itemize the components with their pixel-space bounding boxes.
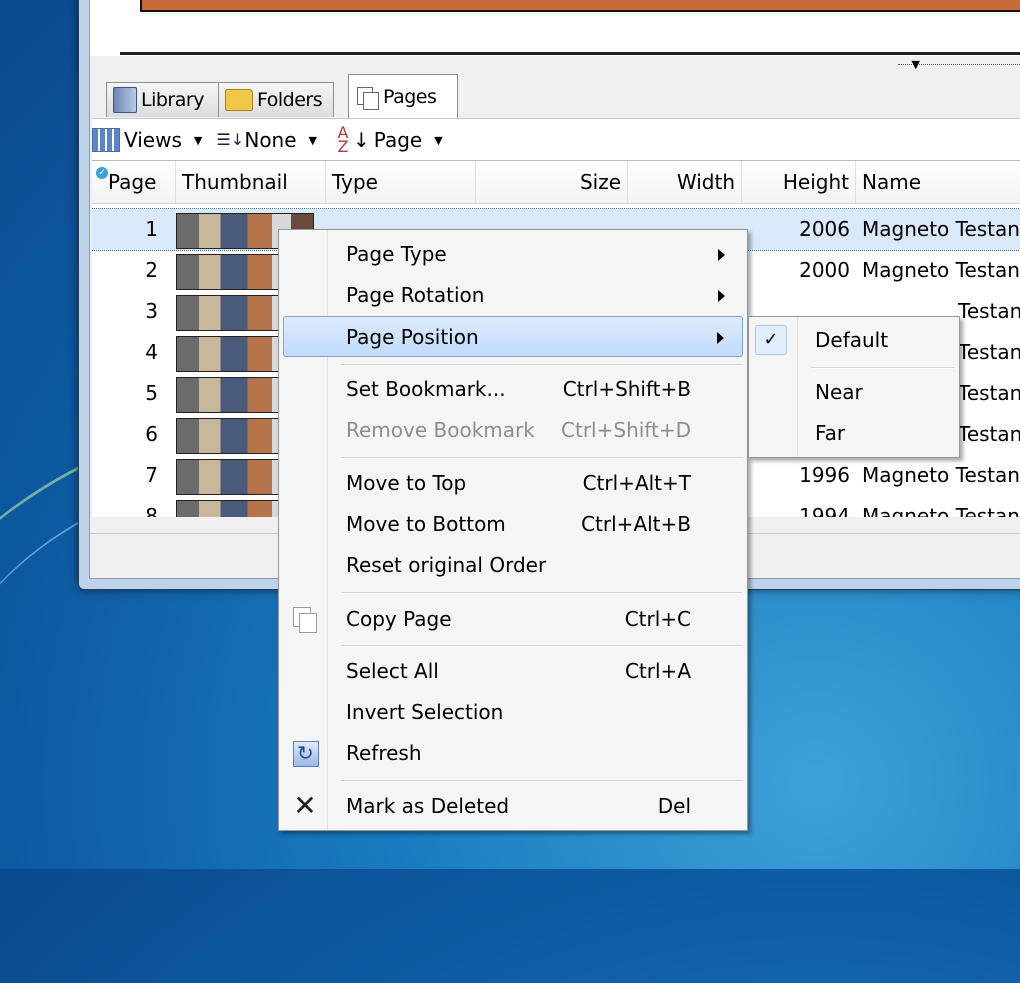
menu-item-reset-order[interactable]: Reset original Order [283, 545, 743, 585]
menu-separator [341, 457, 743, 459]
menu-separator [341, 645, 743, 647]
cell-name: Testan [958, 381, 1020, 405]
comic-panel-edge [120, 52, 1020, 55]
menu-item-page-type[interactable]: Page Type [283, 234, 743, 274]
menu-item-select-all[interactable]: Select All Ctrl+A [283, 651, 743, 691]
tab-label: Pages [383, 86, 437, 108]
column-header-name[interactable]: Name [856, 161, 1020, 203]
tab-folders[interactable]: Folders [218, 82, 334, 117]
column-header-width[interactable]: Width [628, 161, 742, 203]
dropdown-arrow-icon: ▼ [434, 133, 443, 147]
views-label: Views [124, 128, 182, 152]
tab-label: Library [141, 89, 204, 111]
folder-icon [225, 89, 253, 111]
cell-page: 5 [145, 381, 158, 405]
group-button[interactable]: ☰↓ None ▼ [216, 128, 317, 152]
cell-name: Magneto Testan [862, 463, 1020, 487]
book-icon [113, 87, 137, 113]
column-header-thumbnail[interactable]: Thumbnail [176, 161, 326, 203]
menu-separator [341, 780, 743, 782]
copy-icon [291, 605, 319, 633]
delete-x-icon: ✕ [293, 789, 317, 822]
cell-name: Magneto Testan [862, 258, 1020, 282]
views-icon [92, 128, 120, 152]
cell-name: Magneto Testan [862, 217, 1020, 241]
tab-pages[interactable]: Pages [348, 74, 458, 119]
pages-icon [355, 85, 379, 110]
page-position-submenu: ✓ Default Near Far [748, 316, 960, 458]
menu-item-move-to-top[interactable]: Move to Top Ctrl+Alt+T [283, 463, 743, 503]
pages-toolbar: Views ▼ ☰↓ None ▼ AZ ↓ Page ▼ [92, 118, 1020, 161]
grid-header: ✓ Page Thumbnail Type Size Width Height … [92, 161, 1020, 204]
cell-name: Testan [958, 422, 1020, 446]
cell-page: 8 [145, 504, 158, 517]
column-header-page[interactable]: ✓ Page [92, 161, 176, 203]
sort-arrow-icon: ↓ [353, 128, 370, 152]
column-header-type[interactable]: Type [326, 161, 476, 203]
cell-height: 2000 [799, 258, 850, 282]
cell-height: 1994 [799, 504, 850, 517]
dropdown-arrow-icon: ▼ [308, 133, 318, 147]
comic-panel-edge [140, 0, 1020, 12]
refresh-icon [293, 741, 319, 767]
menu-item-mark-as-deleted[interactable]: ✕ Mark as Deleted Del [283, 786, 743, 826]
context-menu: Page Type Page Rotation Page Position Se… [278, 229, 748, 831]
menu-item-set-bookmark[interactable]: Set Bookmark... Ctrl+Shift+B [283, 369, 743, 409]
sort-az-icon: AZ [337, 123, 349, 156]
sort-button[interactable]: AZ ↓ Page ▼ [331, 123, 443, 156]
menu-item-remove-bookmark[interactable]: Remove Bookmark Ctrl+Shift+D [283, 410, 743, 450]
menu-separator [811, 367, 955, 369]
cell-name: Testan [958, 299, 1020, 323]
tab-library[interactable]: Library [106, 82, 220, 117]
cell-page: 2 [145, 258, 158, 282]
sort-label: Page [373, 128, 423, 152]
group-icon: ☰↓ [216, 130, 245, 149]
cell-page: 4 [145, 340, 158, 364]
menu-item-move-to-bottom[interactable]: Move to Bottom Ctrl+Alt+B [283, 504, 743, 544]
cell-height: 1996 [799, 463, 850, 487]
comic-page-preview [90, 0, 1020, 56]
submenu-item-far[interactable]: Far [753, 414, 955, 452]
cell-page: 7 [145, 463, 158, 487]
submenu-item-near[interactable]: Near [753, 373, 955, 411]
checkmark-icon: ✓ [755, 325, 787, 355]
submenu-arrow-icon [717, 332, 724, 344]
cell-name: Testan [958, 340, 1020, 364]
cell-page: 1 [145, 217, 158, 241]
cell-name: Magneto Testan [862, 504, 1020, 517]
menu-item-page-rotation[interactable]: Page Rotation [283, 275, 743, 315]
dropdown-arrow-icon: ▼ [193, 133, 203, 147]
submenu-arrow-icon [718, 290, 725, 302]
column-header-height[interactable]: Height [742, 161, 856, 203]
column-header-size[interactable]: Size [476, 161, 628, 203]
menu-separator [341, 364, 743, 366]
tab-label: Folders [257, 89, 323, 111]
menu-separator [341, 592, 743, 594]
cell-height: 2006 [799, 217, 850, 241]
sort-indicator-icon: ✓ [96, 167, 108, 179]
menu-item-invert-selection[interactable]: Invert Selection [283, 692, 743, 732]
menu-item-copy-page[interactable]: Copy Page Ctrl+C [283, 599, 743, 639]
splitter-arrow-icon[interactable]: ▼ [912, 58, 920, 71]
cell-page: 6 [145, 422, 158, 446]
group-label: None [244, 128, 297, 152]
submenu-arrow-icon [718, 249, 725, 261]
views-button[interactable]: Views ▼ [92, 128, 202, 152]
menu-item-page-position[interactable]: Page Position [283, 316, 743, 357]
submenu-item-default[interactable]: ✓ Default [753, 321, 955, 359]
menu-item-refresh[interactable]: Refresh [283, 733, 743, 773]
cell-page: 3 [145, 299, 158, 323]
